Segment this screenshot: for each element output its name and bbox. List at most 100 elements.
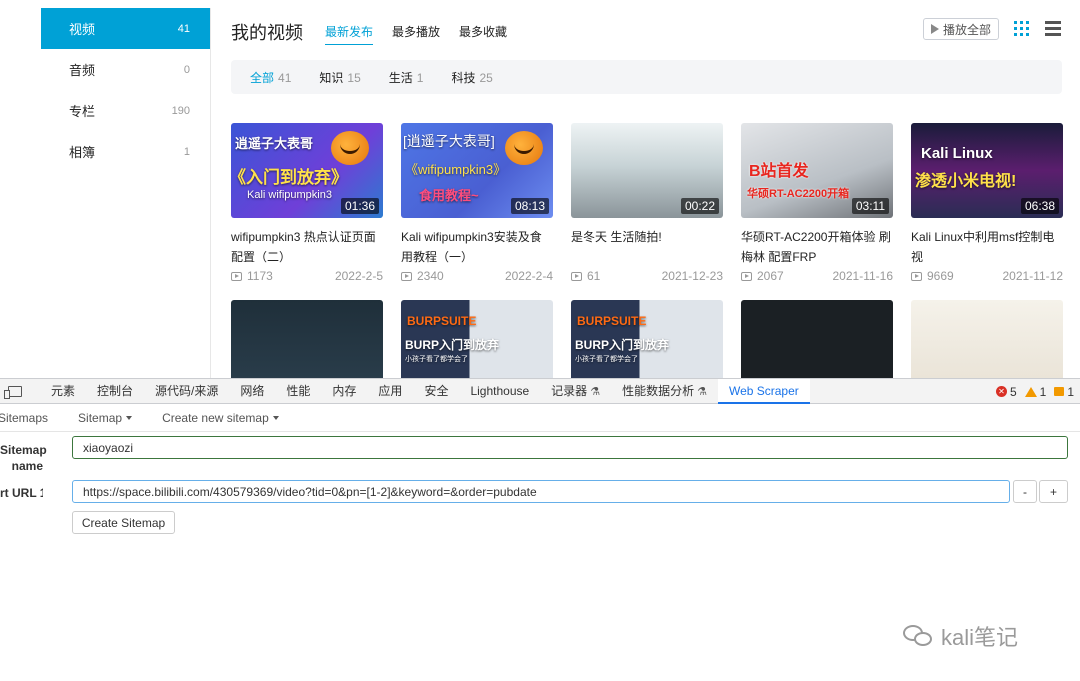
- sidebar-item-column[interactable]: 专栏 190: [41, 90, 210, 131]
- thumbnail-text: BURP入门到放弃: [405, 338, 500, 352]
- add-url-button[interactable]: +: [1039, 480, 1068, 503]
- video-card[interactable]: [231, 300, 383, 378]
- sidebar-item-label: 视频: [69, 22, 96, 37]
- play-count: 9669: [927, 269, 954, 283]
- play-icon: [930, 24, 939, 34]
- sidebar: 视频 41 音频 0 专栏 190 相簿 1: [41, 8, 211, 378]
- flask-icon: ⚗: [590, 385, 601, 398]
- video-thumbnail[interactable]: [逍遥子大表哥] 《wifipumpkin3》 食用教程~ 08:13: [401, 123, 553, 218]
- video-thumbnail[interactable]: [741, 300, 893, 378]
- pumpkin-icon: [505, 131, 543, 165]
- start-url-input[interactable]: [72, 480, 1010, 503]
- video-title[interactable]: wifipumpkin3 热点认证页面配置（二）: [231, 227, 383, 267]
- warning-count: 1: [1039, 384, 1047, 399]
- tab-security[interactable]: 安全: [413, 379, 459, 404]
- video-meta: 61 2021-12-23: [571, 269, 723, 283]
- play-count: 2067: [757, 269, 784, 283]
- video-thumbnail[interactable]: 逍遥子大表哥 《入门到放弃》 Kali wifipumpkin3 01:36: [231, 123, 383, 218]
- tab-console[interactable]: 控制台: [86, 379, 144, 404]
- video-card[interactable]: B站首发 华硕RT-AC2200开箱 03:11 华硕RT-AC2200开箱体验…: [741, 123, 893, 283]
- tab-latest[interactable]: 最新发布: [325, 23, 374, 45]
- play-count-icon: [741, 271, 752, 281]
- sidebar-item-album[interactable]: 相簿 1: [41, 131, 210, 172]
- tab-performance[interactable]: 性能: [275, 379, 321, 404]
- device-toolbar-icon[interactable]: [4, 385, 22, 399]
- tab-sources[interactable]: 源代码/来源: [144, 379, 229, 404]
- video-card[interactable]: [741, 300, 893, 378]
- video-meta: 2340 2022-2-4: [401, 269, 553, 283]
- sidebar-item-count: 0: [183, 63, 190, 76]
- video-thumbnail[interactable]: 00:22: [571, 123, 723, 218]
- video-thumbnail[interactable]: BURPSUITE BURP入门到放弃 小孩子看了都学会了: [571, 300, 723, 378]
- tab-lighthouse[interactable]: Lighthouse: [459, 379, 540, 404]
- nav-sitemaps[interactable]: Sitemaps: [0, 411, 48, 425]
- category-filter-bar: 全部 41 知识 15 生活 1 科技 25: [231, 60, 1062, 94]
- tab-memory[interactable]: 内存: [321, 379, 367, 404]
- video-card[interactable]: BURPSUITE BURP入门到放弃 小孩子看了都学会了: [571, 300, 723, 378]
- video-card[interactable]: BURPSUITE BURP入门到放弃 小孩子看了都学会了: [401, 300, 553, 378]
- play-count-icon: [401, 271, 412, 281]
- video-card[interactable]: Kali Linux 渗透小米电视! 06:38 Kali Linux中利用ms…: [911, 123, 1063, 283]
- wechat-icon: [903, 623, 933, 649]
- sidebar-item-audio[interactable]: 音频 0: [41, 49, 210, 90]
- video-thumbnail[interactable]: [231, 300, 383, 378]
- tab-elements[interactable]: 元素: [40, 379, 86, 404]
- video-meta: 9669 2021-11-12: [911, 269, 1063, 283]
- issue-counters[interactable]: ✕ 5 1 1: [995, 379, 1074, 404]
- page-title: 我的视频: [231, 23, 303, 43]
- filter-knowledge[interactable]: 知识 15: [319, 69, 360, 86]
- grid-view-icon[interactable]: [1014, 21, 1029, 36]
- tab-most-played[interactable]: 最多播放: [392, 23, 440, 45]
- remove-url-button[interactable]: -: [1013, 480, 1037, 503]
- nav-create-sitemap-dropdown[interactable]: Create new sitemap: [162, 411, 279, 425]
- video-title[interactable]: 华硕RT-AC2200开箱体验 刷梅林 配置FRP: [741, 227, 893, 267]
- video-card[interactable]: 00:22 是冬天 生活随拍! 61 2021-12-23: [571, 123, 723, 283]
- play-count: 61: [587, 269, 601, 283]
- video-card[interactable]: 逍遥子大表哥 《入门到放弃》 Kali wifipumpkin3 01:36 w…: [231, 123, 383, 283]
- tab-performance-insights[interactable]: 性能数据分析 ⚗: [611, 379, 718, 404]
- start-url-label: rt URL 1: [0, 486, 43, 500]
- play-count-icon: [911, 271, 922, 281]
- video-card[interactable]: [911, 300, 1063, 378]
- thumbnail-text: BURP入门到放弃: [575, 338, 670, 352]
- play-count: 2340: [417, 269, 444, 283]
- filter-all[interactable]: 全部 41: [250, 69, 291, 86]
- sort-tabs: 最新发布 最多播放 最多收藏: [325, 23, 507, 45]
- tab-web-scraper[interactable]: Web Scraper: [717, 378, 810, 404]
- tab-recorder[interactable]: 记录器 ⚗: [540, 379, 611, 404]
- video-title[interactable]: Kali wifipumpkin3安装及食用教程（一）: [401, 227, 553, 267]
- filter-tech[interactable]: 科技 25: [451, 69, 492, 86]
- video-title[interactable]: Kali Linux中利用msf控制电视: [911, 227, 1063, 267]
- tab-application[interactable]: 应用: [367, 379, 413, 404]
- chevron-down-icon: [126, 416, 133, 421]
- video-thumbnail[interactable]: B站首发 华硕RT-AC2200开箱 03:11: [741, 123, 893, 218]
- play-all-button[interactable]: 播放全部: [923, 18, 999, 40]
- bilibili-page: 视频 41 音频 0 专栏 190 相簿 1 我的视频 最新发布 最多播放 最多…: [0, 0, 1080, 378]
- video-meta: 1173 2022-2-5: [231, 269, 383, 283]
- error-icon: ✕: [995, 386, 1007, 397]
- list-view-icon[interactable]: [1045, 21, 1061, 36]
- chevron-down-icon: [272, 416, 279, 421]
- sidebar-item-label: 音频: [69, 63, 96, 78]
- video-title[interactable]: 是冬天 生活随拍!: [571, 227, 723, 267]
- nav-sitemap-dropdown[interactable]: Sitemap: [78, 411, 133, 425]
- play-count-icon: [571, 271, 582, 281]
- watermark: kali笔记: [903, 620, 1018, 652]
- publish-date: 2021-11-16: [832, 269, 894, 283]
- tab-network[interactable]: 网络: [229, 379, 275, 404]
- publish-date: 2021-12-23: [661, 269, 723, 283]
- issue-icon: [1054, 387, 1065, 396]
- publish-date: 2022-2-5: [334, 269, 383, 283]
- video-card[interactable]: [逍遥子大表哥] 《wifipumpkin3》 食用教程~ 08:13 Kali…: [401, 123, 553, 283]
- video-thumbnail[interactable]: Kali Linux 渗透小米电视! 06:38: [911, 123, 1063, 218]
- tab-most-favorited[interactable]: 最多收藏: [459, 23, 507, 45]
- sidebar-item-video[interactable]: 视频 41: [41, 8, 210, 49]
- sidebar-item-count: 41: [177, 22, 190, 35]
- filter-life[interactable]: 生活 1: [389, 69, 424, 86]
- sidebar-item-label: 专栏: [69, 104, 96, 119]
- create-sitemap-button[interactable]: Create Sitemap: [72, 511, 175, 534]
- video-thumbnail[interactable]: [911, 300, 1063, 378]
- devtools-tab-bar: 元素 控制台 源代码/来源 网络 性能 内存 应用 安全 Lighthouse …: [0, 378, 1080, 404]
- video-thumbnail[interactable]: BURPSUITE BURP入门到放弃 小孩子看了都学会了: [401, 300, 553, 378]
- sitemap-name-input[interactable]: [72, 436, 1068, 459]
